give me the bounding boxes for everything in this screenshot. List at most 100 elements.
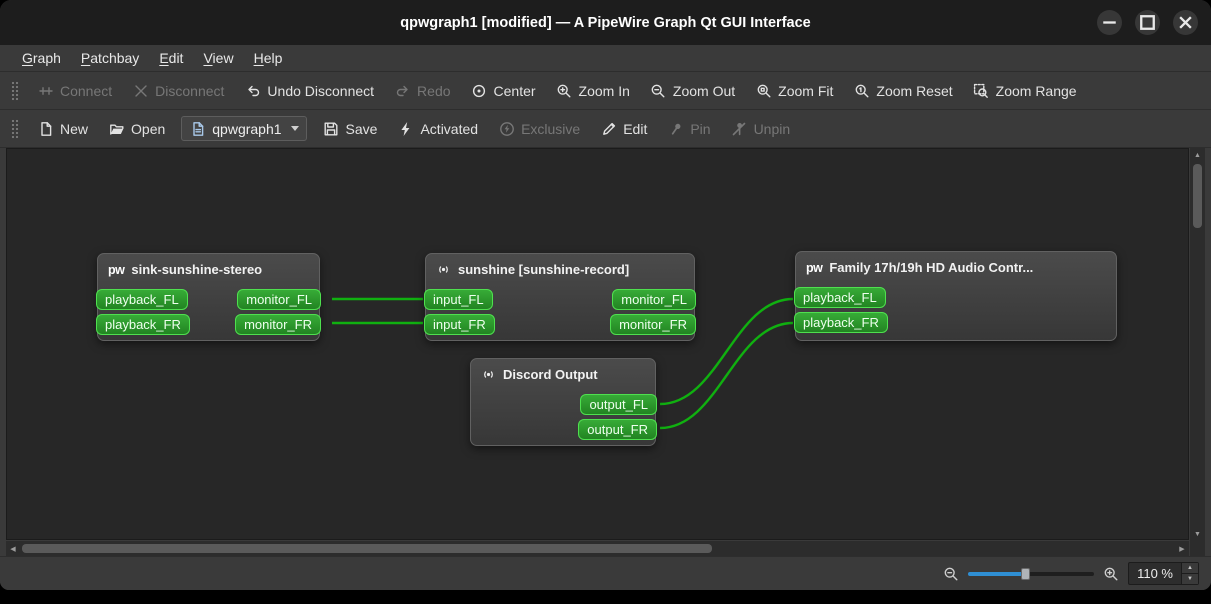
connect-icon: [37, 82, 54, 99]
zoom-range-icon: [973, 82, 990, 99]
port-input-fr[interactable]: input_FR: [424, 314, 495, 335]
main-area: pw sink-sunshine-stereo playback_FL moni…: [0, 148, 1211, 556]
vertical-scroll-thumb[interactable]: [1193, 164, 1202, 228]
port-input-fl[interactable]: input_FL: [424, 289, 493, 310]
zoom-value: 110 %: [1137, 566, 1173, 581]
speaker-icon: [436, 262, 451, 277]
node-discord-output[interactable]: Discord Output output_FL output_FR: [470, 358, 657, 446]
graph-canvas[interactable]: pw sink-sunshine-stereo playback_FL moni…: [6, 148, 1189, 540]
scroll-down-icon[interactable]: ▼: [1190, 527, 1205, 541]
new-file-icon: [37, 120, 54, 137]
port-monitor-fl[interactable]: monitor_FL: [237, 289, 321, 310]
pin-icon: [667, 120, 684, 137]
menu-help[interactable]: Help: [244, 48, 293, 68]
undo-icon: [244, 82, 261, 99]
redo-icon: [394, 82, 411, 99]
node-sunshine-record[interactable]: sunshine [sunshine-record] input_FL moni…: [424, 253, 696, 341]
app-window: qpwgraph1 [modified] — A PipeWire Graph …: [0, 0, 1211, 590]
pin-button[interactable]: Pin: [658, 114, 719, 143]
horizontal-scroll-thumb[interactable]: [22, 544, 712, 553]
window-controls: [1097, 0, 1198, 45]
node-title: sink-sunshine-stereo: [131, 262, 263, 277]
patchbay-file-icon: [189, 120, 206, 137]
zoom-slider[interactable]: [968, 566, 1095, 582]
open-button[interactable]: Open: [99, 114, 174, 143]
undo-disconnect-button[interactable]: Undo Disconnect: [235, 76, 383, 105]
zoom-out-icon: [650, 82, 667, 99]
patchbay-file-name: qpwgraph1: [212, 120, 282, 137]
save-icon: [323, 120, 340, 137]
open-folder-icon: [108, 120, 125, 137]
horizontal-scrollbar[interactable]: ◀ ▶: [6, 541, 1189, 556]
pipewire-icon: pw: [108, 262, 125, 277]
connect-button[interactable]: Connect: [28, 76, 121, 105]
center-button[interactable]: Center: [462, 76, 545, 105]
zoom-spinbox[interactable]: 110 % ▲ ▼: [1128, 562, 1199, 585]
zoom-reset-icon: [853, 82, 870, 99]
menu-view[interactable]: View: [193, 48, 243, 68]
titlebar[interactable]: qpwgraph1 [modified] — A PipeWire Graph …: [0, 0, 1211, 45]
pipewire-icon: pw: [806, 260, 823, 275]
port-playback-fr[interactable]: playback_FR: [794, 312, 888, 333]
unpin-button[interactable]: Unpin: [722, 114, 800, 143]
scrollbar-corner: [1190, 541, 1205, 556]
zoom-fit-button[interactable]: Zoom Fit: [746, 76, 842, 105]
scroll-left-icon[interactable]: ◀: [6, 541, 20, 556]
activated-toggle[interactable]: Activated: [388, 114, 487, 143]
port-output-fl[interactable]: output_FL: [580, 394, 657, 415]
disconnect-button[interactable]: Disconnect: [123, 76, 233, 105]
menu-patchbay[interactable]: Patchbay: [71, 48, 149, 68]
new-button[interactable]: New: [28, 114, 97, 143]
zoom-decrement-button[interactable]: ▼: [1182, 573, 1198, 584]
node-sink-sunshine-stereo[interactable]: pw sink-sunshine-stereo playback_FL moni…: [96, 253, 321, 341]
port-playback-fr[interactable]: playback_FR: [96, 314, 190, 335]
window-title: qpwgraph1 [modified] — A PipeWire Graph …: [400, 14, 811, 31]
chevron-down-icon: [290, 126, 299, 131]
redo-button[interactable]: Redo: [385, 76, 459, 105]
patchbay-file-combo[interactable]: qpwgraph1: [181, 116, 307, 141]
zoom-out-icon[interactable]: [943, 566, 959, 582]
toolbar-graph: Connect Disconnect Undo Disconnect Redo …: [0, 72, 1211, 110]
port-monitor-fl[interactable]: monitor_FL: [612, 289, 696, 310]
port-monitor-fr[interactable]: monitor_FR: [610, 314, 696, 335]
pencil-icon: [600, 120, 617, 137]
zoom-range-button[interactable]: Zoom Range: [964, 76, 1086, 105]
scroll-right-icon[interactable]: ▶: [1175, 541, 1189, 556]
node-title: Discord Output: [503, 367, 598, 382]
port-playback-fl[interactable]: playback_FL: [96, 289, 188, 310]
unpin-icon: [731, 120, 748, 137]
toolbar-grip[interactable]: [11, 118, 19, 139]
speaker-icon: [481, 367, 496, 382]
zoom-in-button[interactable]: Zoom In: [547, 76, 639, 105]
exclusive-lightning-icon: [498, 120, 515, 137]
zoom-reset-button[interactable]: Zoom Reset: [844, 76, 961, 105]
lightning-icon: [397, 120, 414, 137]
node-title: Family 17h/19h HD Audio Contr...: [829, 260, 1034, 275]
zoom-out-button[interactable]: Zoom Out: [641, 76, 744, 105]
minimize-button[interactable]: [1097, 10, 1122, 35]
scroll-up-icon[interactable]: ▲: [1190, 148, 1205, 162]
node-title: sunshine [sunshine-record]: [458, 262, 630, 277]
connection-wires: [331, 297, 794, 430]
menu-graph[interactable]: Graph: [12, 48, 71, 68]
zoom-in-icon[interactable]: [1103, 566, 1119, 582]
menubar: Graph Patchbay Edit View Help: [0, 45, 1211, 72]
save-button[interactable]: Save: [314, 114, 387, 143]
port-playback-fl[interactable]: playback_FL: [794, 287, 886, 308]
zoom-slider-handle[interactable]: [1021, 567, 1031, 580]
disconnect-icon: [132, 82, 149, 99]
toolbar-grip[interactable]: [11, 80, 19, 101]
exclusive-toggle[interactable]: Exclusive: [489, 114, 589, 143]
node-family-hd-audio[interactable]: pw Family 17h/19h HD Audio Contr... play…: [794, 251, 1117, 341]
toolbar-patchbay: New Open qpwgraph1 Save Activated Exclus…: [0, 110, 1211, 148]
zoom-increment-button[interactable]: ▲: [1182, 563, 1198, 573]
close-button[interactable]: [1173, 10, 1198, 35]
center-icon: [471, 82, 488, 99]
port-monitor-fr[interactable]: monitor_FR: [235, 314, 321, 335]
zoom-in-icon: [556, 82, 573, 99]
maximize-button[interactable]: [1135, 10, 1160, 35]
port-output-fr[interactable]: output_FR: [578, 419, 657, 440]
menu-edit[interactable]: Edit: [149, 48, 193, 68]
vertical-scrollbar[interactable]: ▲ ▼: [1190, 148, 1205, 556]
edit-button[interactable]: Edit: [591, 114, 656, 143]
